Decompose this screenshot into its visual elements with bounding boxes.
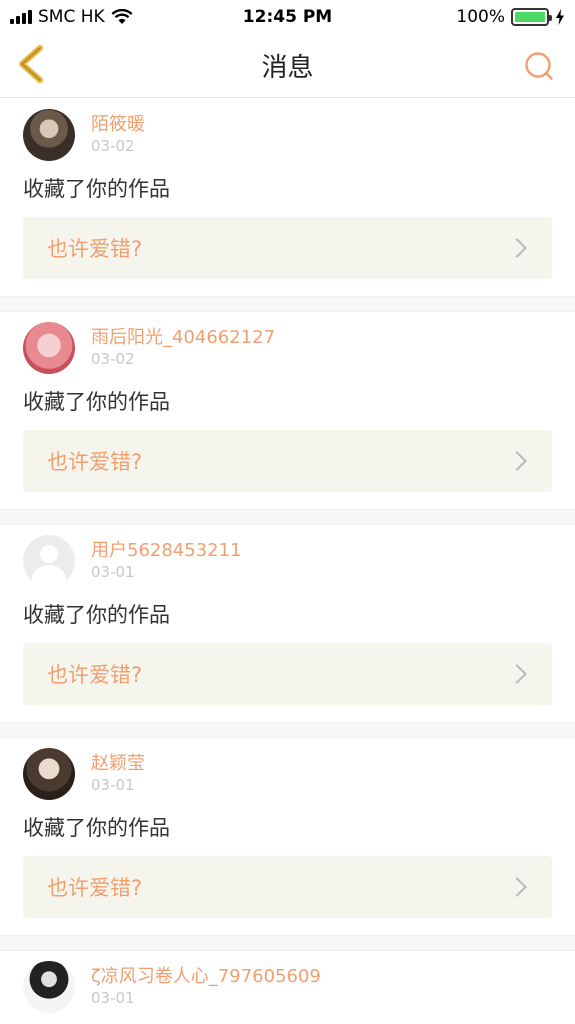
avatar[interactable] [23, 322, 75, 374]
divider [0, 509, 575, 525]
user-name[interactable]: 陌筱暖 [91, 114, 145, 136]
action-text: 收藏了你的作品 [23, 603, 170, 627]
charging-icon [556, 9, 564, 25]
divider [0, 296, 575, 312]
message-card: 雨后阳光_404662127 03-02 收藏了你的作品 也许爱错? [0, 312, 575, 509]
default-avatar-icon[interactable] [23, 535, 75, 587]
message-card: 用户5628453211 03-01 收藏了你的作品 也许爱错? [0, 525, 575, 722]
card-header: 用户5628453211 03-01 [23, 535, 552, 587]
message-card: ζ凉风习卷人心_797605609 03-01 [0, 951, 575, 1024]
message-date: 03-01 [91, 776, 135, 794]
work-title: 也许爱错? [47, 237, 143, 261]
battery-icon [511, 8, 552, 26]
wifi-icon [111, 9, 133, 24]
search-icon [525, 52, 553, 80]
user-info: 用户5628453211 03-01 [91, 540, 242, 582]
work-link[interactable]: 也许爱错? [23, 217, 552, 279]
status-right: 100% [456, 7, 565, 27]
work-link[interactable]: 也许爱错? [23, 643, 552, 705]
status-bar: SMC HK 12:45 PM 100% [0, 0, 575, 34]
message-list: 陌筱暖 03-02 收藏了你的作品 也许爱错? 雨后阳光_404662127 0… [0, 99, 575, 1024]
avatar[interactable] [23, 109, 75, 161]
action-text: 收藏了你的作品 [23, 177, 170, 201]
page-title: 消息 [261, 53, 314, 83]
carrier-label: SMC HK [38, 7, 105, 27]
search-button[interactable] [519, 46, 559, 86]
chevron-left-icon [19, 45, 43, 83]
chevron-right-icon [507, 877, 527, 897]
work-title: 也许爱错? [47, 876, 143, 900]
message-date: 03-01 [91, 989, 135, 1007]
battery-percent: 100% [456, 7, 505, 27]
divider [0, 935, 575, 951]
avatar[interactable] [23, 961, 75, 1013]
signal-icon [10, 10, 32, 24]
chevron-right-icon [507, 238, 527, 258]
chevron-right-icon [507, 451, 527, 471]
avatar[interactable] [23, 748, 75, 800]
message-card: 赵颖莹 03-01 收藏了你的作品 也许爱错? [0, 738, 575, 935]
card-header: ζ凉风习卷人心_797605609 03-01 [23, 961, 552, 1013]
user-info: 雨后阳光_404662127 03-02 [91, 327, 275, 369]
card-header: 雨后阳光_404662127 03-02 [23, 322, 552, 374]
user-info: ζ凉风习卷人心_797605609 03-01 [91, 966, 321, 1008]
work-title: 也许爱错? [47, 663, 143, 687]
work-link[interactable]: 也许爱错? [23, 856, 552, 918]
card-header: 陌筱暖 03-02 [23, 109, 552, 161]
action-text: 收藏了你的作品 [23, 816, 170, 840]
chevron-right-icon [507, 664, 527, 684]
user-info: 赵颖莹 03-01 [91, 753, 145, 795]
work-link[interactable]: 也许爱错? [23, 430, 552, 492]
card-header: 赵颖莹 03-01 [23, 748, 552, 800]
divider [0, 722, 575, 738]
status-left: SMC HK [10, 7, 133, 27]
message-date: 03-01 [91, 563, 135, 581]
user-name[interactable]: ζ凉风习卷人心_797605609 [91, 966, 321, 988]
work-title: 也许爱错? [47, 450, 143, 474]
back-button[interactable] [10, 42, 50, 86]
user-name[interactable]: 赵颖莹 [91, 753, 145, 775]
message-card: 陌筱暖 03-02 收藏了你的作品 也许爱错? [0, 99, 575, 296]
user-info: 陌筱暖 03-02 [91, 114, 145, 156]
message-date: 03-02 [91, 350, 135, 368]
action-text: 收藏了你的作品 [23, 390, 170, 414]
user-name[interactable]: 用户5628453211 [91, 540, 242, 562]
battery-fill [515, 12, 545, 22]
user-name[interactable]: 雨后阳光_404662127 [91, 327, 275, 349]
message-date: 03-02 [91, 137, 135, 155]
nav-bar: 消息 [0, 34, 575, 98]
